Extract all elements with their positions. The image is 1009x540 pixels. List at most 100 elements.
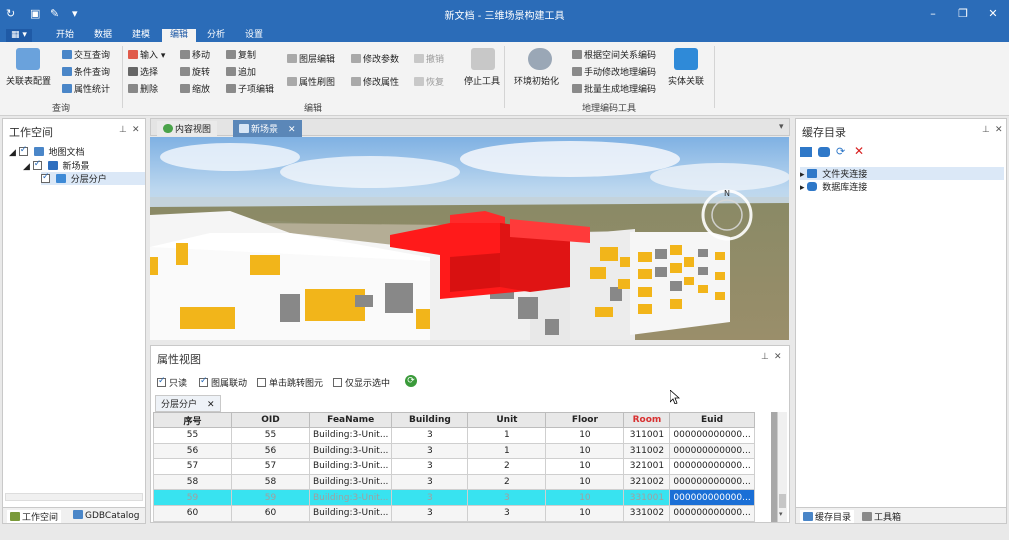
move-button[interactable]: 移动 (180, 48, 210, 61)
tab-list-dropdown-icon[interactable]: ▾ (779, 122, 784, 132)
cell-building[interactable]: 3 (391, 504, 469, 522)
database-add-icon[interactable] (818, 147, 830, 157)
attribute-brush-button[interactable]: 属性刷图 (287, 75, 335, 88)
tree-item-folder-connection[interactable]: ▸ 文件夹连接 (800, 167, 1004, 180)
checkbox[interactable] (333, 378, 342, 387)
tree-item-map-document[interactable]: ◢ 地图文档 (9, 145, 85, 158)
attribute-subtab[interactable]: 分层分户 ✕ (155, 395, 221, 412)
stop-tool-button[interactable]: 停止工具 (464, 74, 500, 87)
interactive-query-button[interactable]: 交互查询 (62, 48, 110, 61)
panel-close-icon[interactable]: ✕ (995, 125, 1003, 135)
modify-params-button[interactable]: 修改参数 (351, 52, 399, 65)
tab-start[interactable]: 开始 (50, 29, 80, 42)
spatial-encode-button[interactable]: 根据空间关系编码 (572, 48, 656, 61)
expand-icon[interactable]: ◢ (23, 162, 30, 172)
modify-attributes-button[interactable]: 修改属性 (351, 75, 399, 88)
minimize-button[interactable]: – (919, 4, 947, 24)
expand-icon[interactable]: ▸ (800, 170, 805, 180)
sub-item-edit-button[interactable]: 子项编辑 (226, 82, 274, 95)
refresh-icon[interactable]: ⟳ (836, 145, 845, 158)
tab-close-icon[interactable]: ✕ (288, 125, 296, 135)
tree-item-new-scene[interactable]: ◢ 新场景 (23, 159, 90, 172)
tab-edit[interactable]: 编辑 (162, 29, 196, 42)
tab-cache-directory[interactable]: 缓存目录 (800, 510, 855, 523)
cell-building[interactable]: 3 (391, 473, 469, 491)
cell-unit[interactable]: 2 (467, 458, 547, 475)
tree-checkbox[interactable] (32, 159, 42, 170)
copy-button[interactable]: 复制 (226, 48, 256, 61)
folder-add-icon[interactable] (800, 147, 812, 157)
cell-oid[interactable]: 59 (231, 489, 310, 506)
cell-oid[interactable]: 55 (231, 427, 310, 444)
tree-item-database-connection[interactable]: ▸ 数据库连接 (800, 180, 867, 193)
cell-euid[interactable]: 000000000000... (669, 473, 755, 491)
click-jump-checkbox[interactable]: 单击跳转图元 (257, 376, 323, 389)
checkbox[interactable] (257, 378, 266, 387)
readonly-checkbox[interactable]: 只读 (157, 376, 187, 389)
tab-gdbcatalog[interactable]: GDBCatalog (73, 510, 139, 521)
table-row[interactable]: 56 56 Building:3-Unit... 3 1 10 311002 00000000… (153, 442, 755, 460)
table-row[interactable]: 55 55 Building:3-Unit... 3 1 10 311001 00000000… (153, 427, 755, 444)
cell-floor[interactable]: 10 (545, 427, 625, 444)
cell-feaname[interactable]: Building:3-Unit... (308, 458, 393, 475)
column-header-floor[interactable]: Floor (545, 412, 625, 428)
expand-icon[interactable]: ▸ (800, 183, 805, 193)
cell-unit[interactable]: 3 (467, 504, 547, 522)
cell-building[interactable]: 3 (391, 442, 469, 460)
scrollbar-thumb[interactable] (779, 494, 786, 508)
cell-index[interactable]: 59 (153, 489, 232, 506)
scroll-down-icon[interactable]: ▾ (779, 510, 783, 518)
cell-feaname[interactable]: Building:3-Unit... (308, 489, 393, 506)
panel-close-icon[interactable]: ✕ (132, 125, 140, 135)
cell-floor[interactable]: 10 (545, 442, 625, 460)
graphic-link-checkbox[interactable]: 图属联动 (199, 376, 247, 389)
cell-index[interactable]: 58 (153, 473, 232, 491)
cell-building[interactable]: 3 (391, 427, 469, 444)
cell-index[interactable]: 55 (153, 427, 232, 444)
cell-oid[interactable]: 57 (231, 458, 310, 475)
environment-init-button[interactable]: 环境初始化 (514, 74, 559, 87)
tab-data[interactable]: 数据 (88, 29, 118, 42)
append-button[interactable]: 追加 (226, 65, 256, 78)
input-button[interactable]: 输入 ▾ (128, 48, 165, 61)
3d-scene-view[interactable]: N (150, 137, 789, 340)
undo-button[interactable]: 撤销 (414, 52, 444, 65)
maximize-button[interactable]: ❐ (949, 4, 977, 24)
column-header-euid[interactable]: Euid (669, 412, 755, 428)
attribute-statistics-button[interactable]: 属性统计 (62, 82, 110, 95)
cell-feaname[interactable]: Building:3-Unit... (308, 442, 393, 460)
rotate-button[interactable]: 旋转 (180, 65, 210, 78)
cell-euid[interactable]: 000000000000... (669, 458, 755, 475)
related-table-config-button[interactable]: 关联表配置 (6, 74, 51, 87)
cell-feaname[interactable]: Building:3-Unit... (308, 504, 393, 522)
pin-icon[interactable]: ⊥ (119, 125, 127, 135)
cell-euid[interactable]: 000000000000... (669, 427, 755, 444)
attribute-table[interactable]: 序号 OID FeaName Building Unit Floor Room … (153, 412, 755, 522)
tree-checkbox[interactable] (41, 172, 50, 183)
cell-floor[interactable]: 10 (545, 504, 625, 522)
column-header-oid[interactable]: OID (231, 412, 310, 428)
tab-workspace[interactable]: 工作空间 (7, 510, 62, 523)
cell-index[interactable]: 56 (153, 442, 232, 460)
cell-floor[interactable]: 10 (545, 458, 625, 475)
tab-analysis[interactable]: 分析 (201, 29, 231, 42)
cell-unit[interactable]: 1 (467, 442, 547, 460)
cell-room[interactable]: 321002 (623, 473, 671, 491)
pin-icon[interactable]: ⊥ (982, 125, 990, 135)
cell-index[interactable]: 57 (153, 458, 232, 475)
refresh-icon[interactable]: ⟳ (405, 375, 417, 387)
tab-content-view[interactable]: 内容视图 (157, 121, 218, 136)
table-row[interactable]: 60 60 Building:3-Unit... 3 3 10 331002 00000000… (153, 504, 755, 522)
layer-edit-button[interactable]: 图层编辑 (287, 52, 335, 65)
horizontal-scrollbar[interactable] (5, 493, 143, 501)
cell-room[interactable]: 321001 (623, 458, 671, 475)
tab-toolbox[interactable]: 工具箱 (862, 510, 901, 523)
cell-building[interactable]: 3 (391, 458, 469, 475)
cell-room[interactable]: 311001 (623, 427, 671, 444)
column-header-feaname[interactable]: FeaName (308, 412, 393, 428)
tree-checkbox[interactable] (18, 145, 28, 156)
cell-oid[interactable]: 58 (231, 473, 310, 491)
tab-settings[interactable]: 设置 (239, 29, 269, 42)
tab-modeling[interactable]: 建模 (126, 29, 156, 42)
cell-unit[interactable]: 2 (467, 473, 547, 491)
